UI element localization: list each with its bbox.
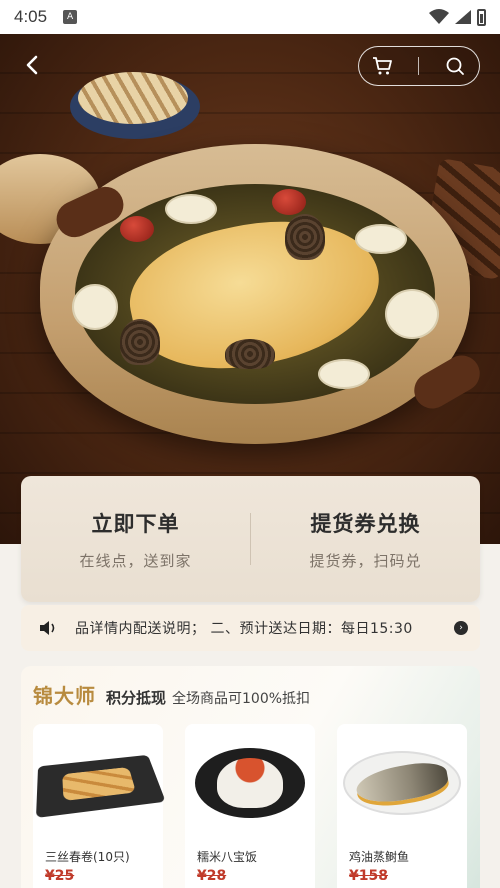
product-card[interactable]: 鸡油蒸鲥鱼 ¥158	[337, 724, 467, 888]
product-card[interactable]: 糯米八宝饭 ¥28	[185, 724, 315, 888]
app-notification-icon: A	[63, 10, 78, 24]
status-time: 4:05	[14, 7, 48, 26]
promo-title: 积分抵现	[106, 689, 167, 707]
morel-mushroom	[225, 339, 275, 369]
action-divider	[418, 57, 420, 75]
bamboo-shoots-image	[78, 72, 188, 124]
promo-subtitle: 全场商品可100%抵扣	[172, 691, 311, 707]
notice-text: 品详情内配送说明； 二、预计送达日期：每日15:30	[75, 621, 413, 637]
status-bar: 4:05 A	[0, 0, 500, 34]
wifi-icon	[429, 9, 449, 24]
notice-bar[interactable]: 品详情内配送说明； 二、预计送达日期：每日15:30 ›	[21, 605, 480, 651]
voucher-redeem-subtitle: 提货券，扫码兑	[309, 551, 422, 570]
brand-logo-text: 锦大师	[33, 684, 96, 708]
product-card[interactable]: 三丝春卷(10只) ¥25	[33, 724, 166, 888]
product-list: 三丝春卷(10只) ¥25 糯米八宝饭 ¥28 鸡油蒸鲥鱼 ¥158	[33, 724, 467, 888]
voucher-redeem-button[interactable]: 提货券兑换 提货券，扫码兑	[251, 508, 480, 571]
yam-slice	[355, 224, 407, 254]
product-image	[185, 738, 315, 828]
morel-mushroom	[285, 214, 325, 260]
product-name: 鸡油蒸鲥鱼	[349, 850, 410, 864]
order-now-title: 立即下单	[91, 511, 180, 536]
yam-slice	[385, 289, 439, 339]
promo-header: 锦大师 积分抵现 全场商品可100%抵扣	[33, 680, 310, 709]
voucher-redeem-title: 提货券兑换	[310, 511, 421, 536]
product-price: ¥158	[349, 868, 388, 884]
order-options-card: 立即下单 在线点，送到家 提货券兑换 提货券，扫码兑	[21, 476, 480, 602]
red-date	[120, 216, 154, 242]
top-action-pill	[358, 46, 480, 86]
product-price: ¥28	[197, 868, 227, 884]
points-promo-section: 锦大师 积分抵现 全场商品可100%抵扣 三丝春卷(10只) ¥25 糯米八宝饭…	[21, 666, 480, 888]
order-now-button[interactable]: 立即下单 在线点，送到家	[21, 508, 250, 571]
speaker-icon	[40, 621, 55, 635]
yam-slice	[72, 284, 118, 330]
back-icon	[26, 55, 38, 75]
yam-slice	[318, 359, 370, 389]
morel-mushroom	[120, 319, 160, 365]
product-image	[337, 738, 467, 828]
status-indicators	[429, 8, 486, 26]
search-icon[interactable]	[443, 54, 467, 78]
product-name: 糯米八宝饭	[197, 850, 258, 864]
back-button[interactable]	[18, 50, 48, 80]
signal-icon	[455, 10, 471, 24]
yam-slice	[165, 194, 217, 224]
order-now-subtitle: 在线点，送到家	[79, 551, 192, 570]
product-image	[33, 738, 166, 828]
red-date	[272, 189, 306, 215]
hero-banner	[0, 34, 500, 544]
product-price: ¥25	[45, 868, 75, 884]
battery-icon	[477, 8, 486, 26]
chevron-right-icon[interactable]: ›	[454, 621, 468, 635]
product-name: 三丝春卷(10只)	[45, 850, 130, 864]
cart-icon[interactable]	[371, 54, 395, 78]
